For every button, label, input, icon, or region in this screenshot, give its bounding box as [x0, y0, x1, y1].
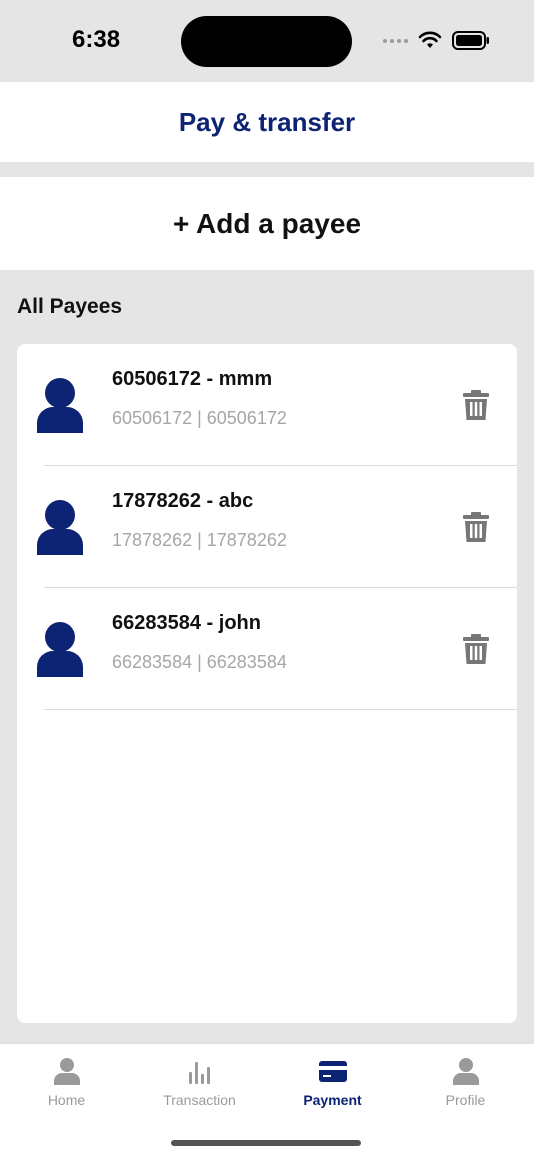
tab-payment[interactable]: Payment	[266, 1044, 399, 1124]
tab-label: Home	[47, 1092, 86, 1108]
battery-icon	[452, 31, 489, 50]
section-title: All Payees	[17, 295, 123, 318]
payee-account: 60506172 | 60506172	[112, 408, 287, 428]
payee-row[interactable]: 66283584 - john 66283584 | 66283584	[17, 588, 517, 710]
avatar-icon	[37, 500, 83, 555]
tab-transaction[interactable]: Transaction	[133, 1044, 266, 1124]
payee-account: 66283584 | 66283584	[112, 652, 287, 672]
tab-profile[interactable]: Profile	[399, 1044, 532, 1124]
bar-chart-icon	[188, 1062, 210, 1084]
wifi-icon	[418, 31, 442, 48]
tab-home[interactable]: Home	[0, 1044, 133, 1124]
card-icon	[318, 1061, 347, 1082]
payee-name: 60506172 - mmm	[112, 368, 273, 390]
add-payee-label: + Add a payee	[172, 207, 362, 239]
add-payee-button[interactable]: + Add a payee	[0, 177, 534, 270]
trash-icon[interactable]	[463, 634, 489, 664]
dynamic-island	[181, 16, 352, 67]
avatar-icon	[37, 378, 83, 433]
page-title: Pay & transfer	[178, 106, 356, 137]
status-time: 6:38	[72, 26, 121, 53]
payee-account: 17878262 | 17878262	[112, 530, 287, 550]
payee-row[interactable]: 17878262 - abc 17878262 | 17878262	[17, 466, 517, 588]
tab-label: Payment	[303, 1092, 362, 1108]
profile-icon	[452, 1058, 479, 1085]
payee-list: 60506172 - mmm 60506172 | 60506172 17878…	[17, 344, 517, 1023]
home-indicator[interactable]	[171, 1140, 361, 1146]
tab-bar: Home Transaction Payment Profile	[0, 1043, 534, 1156]
payee-row[interactable]: 60506172 - mmm 60506172 | 60506172	[17, 344, 517, 466]
header: Pay & transfer	[0, 82, 534, 162]
home-icon	[53, 1058, 80, 1085]
avatar-icon	[37, 622, 83, 677]
payee-name: 17878262 - abc	[112, 490, 254, 512]
tab-label: Transaction	[163, 1092, 236, 1108]
tab-label: Profile	[445, 1092, 486, 1108]
trash-icon[interactable]	[463, 512, 489, 542]
payee-name: 66283584 - john	[112, 612, 261, 634]
trash-icon[interactable]	[463, 390, 489, 420]
status-bar: 6:38	[0, 0, 534, 82]
signal-icon	[383, 39, 408, 43]
